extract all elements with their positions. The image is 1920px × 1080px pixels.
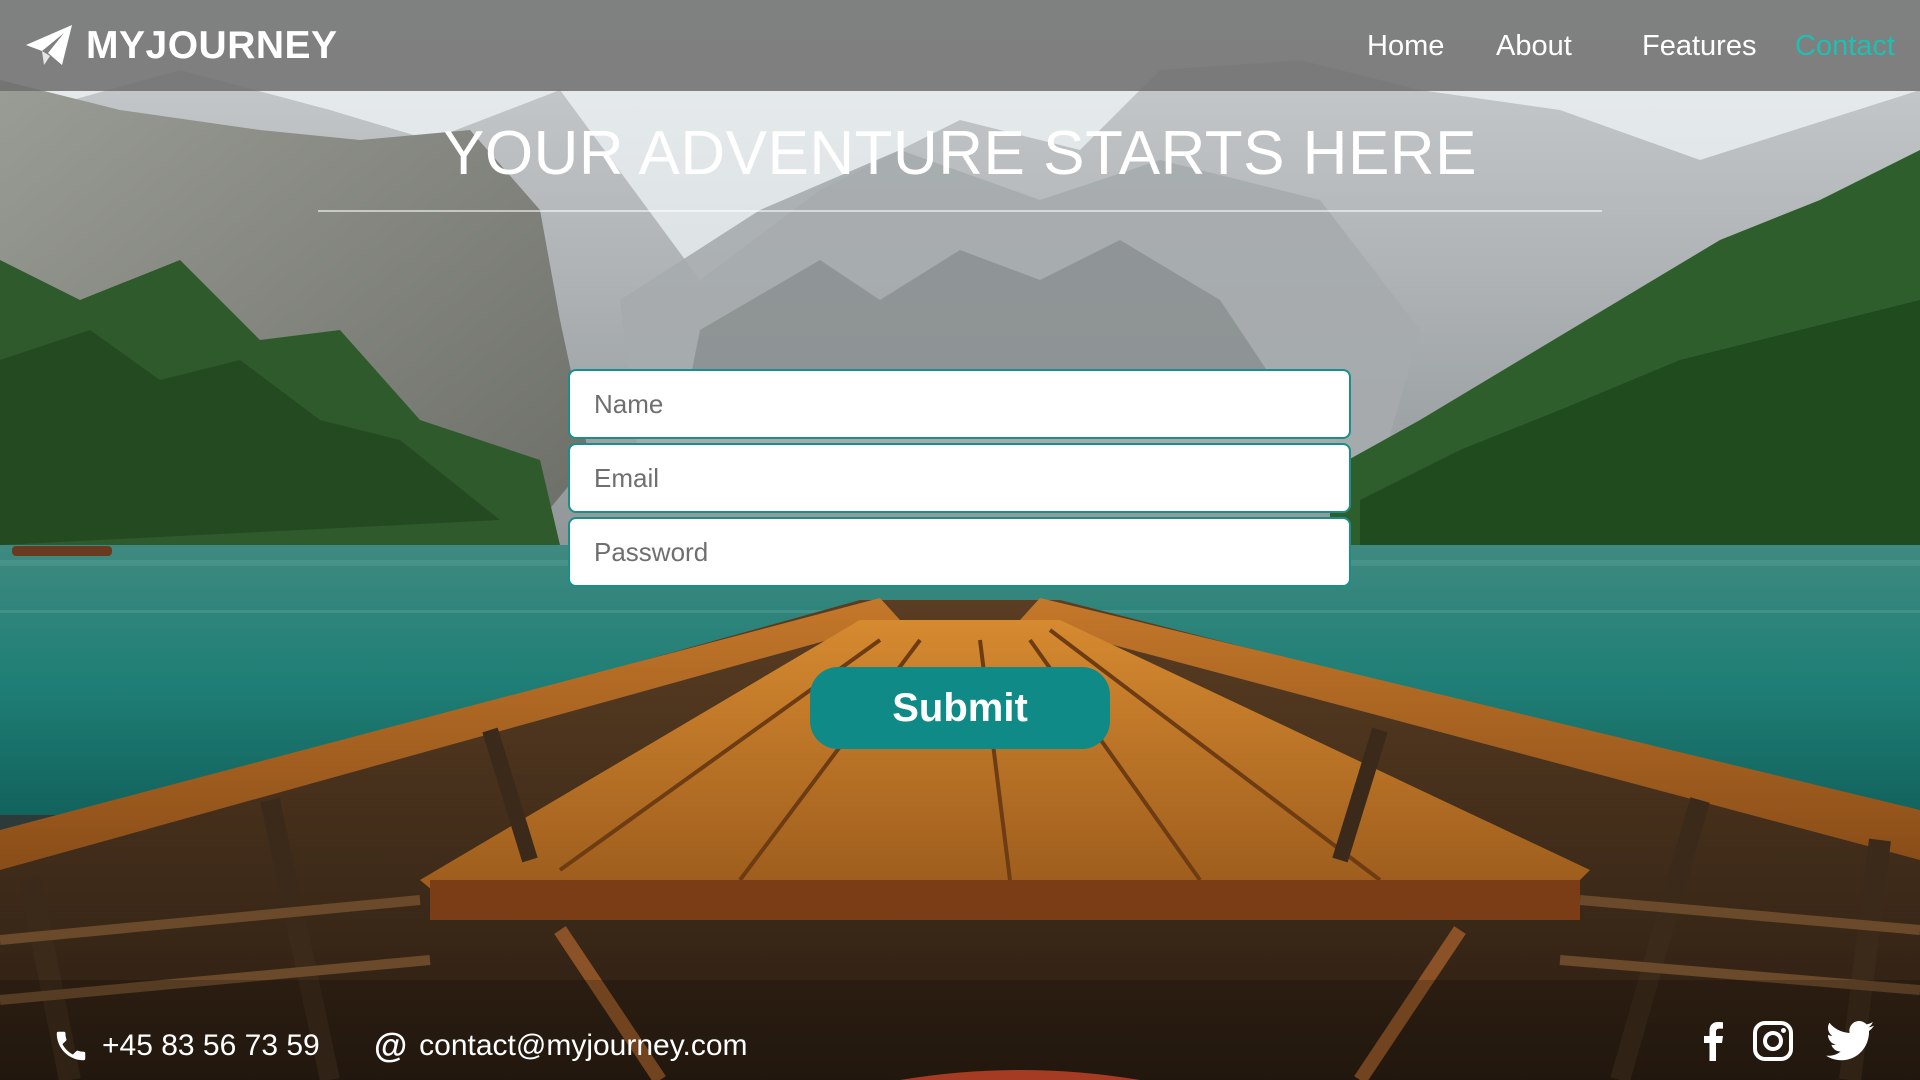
- phone-icon: [56, 1031, 86, 1061]
- name-input[interactable]: [568, 369, 1351, 439]
- hero-divider: [318, 210, 1602, 212]
- email-input[interactable]: [568, 443, 1351, 513]
- phone-number: +45 83 56 73 59: [102, 1029, 320, 1062]
- password-input[interactable]: [568, 517, 1351, 587]
- hero-title: YOUR ADVENTURE STARTS HERE: [443, 119, 1477, 188]
- nav-link-home[interactable]: Home: [1367, 28, 1444, 64]
- brand-name: MYJOURNEY: [86, 24, 338, 67]
- navbar: MYJOURNEY Home About Features Contact: [0, 0, 1920, 91]
- email-link[interactable]: contact@myjourney.com: [419, 1029, 747, 1063]
- nav-link-about[interactable]: About: [1496, 28, 1572, 64]
- footer-phone: +45 83 56 73 59: [52, 1024, 320, 1068]
- nav-link-contact[interactable]: Contact: [1795, 28, 1895, 64]
- facebook-icon[interactable]: [1689, 1018, 1735, 1064]
- instagram-icon[interactable]: [1750, 1018, 1796, 1064]
- twitter-icon[interactable]: [1824, 1018, 1876, 1064]
- at-sign-icon: @: [374, 1026, 408, 1065]
- footer-email: @ contact@myjourney.com: [374, 1024, 748, 1068]
- nav-link-features[interactable]: Features: [1642, 28, 1756, 64]
- paper-plane-icon: [26, 25, 72, 65]
- brand[interactable]: MYJOURNEY: [24, 18, 338, 74]
- submit-button[interactable]: Submit: [810, 667, 1110, 749]
